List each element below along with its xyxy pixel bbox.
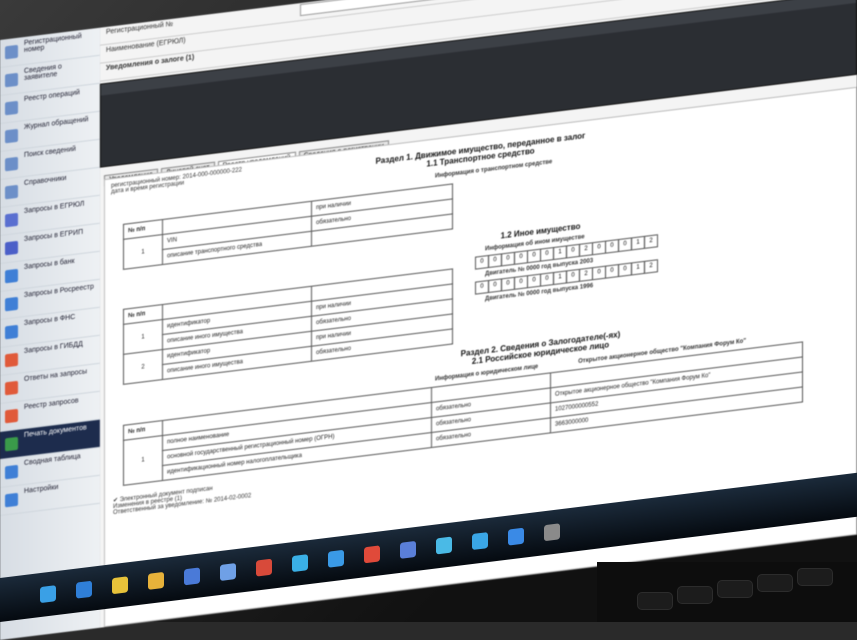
sidebar-item-label: Сведения о заявителе (24, 63, 62, 83)
sidebar-item-label: Сводная таблица (24, 453, 81, 468)
document-icon (5, 128, 18, 144)
document-icon (5, 44, 18, 60)
browser-icon[interactable] (508, 527, 524, 546)
digit-cell[interactable]: 1 (631, 260, 645, 276)
folder-icon (5, 324, 18, 340)
digit-cell[interactable]: 0 (592, 265, 606, 281)
digit-cell[interactable]: 2 (579, 267, 593, 282)
printer-icon (5, 436, 18, 452)
folder-icon[interactable] (148, 571, 164, 590)
gear-icon (5, 492, 18, 508)
sidebar-item-label: Реестр запросов (24, 397, 79, 412)
skype-icon[interactable] (472, 532, 488, 551)
network-icon[interactable] (328, 549, 344, 568)
pdf-icon[interactable] (364, 545, 380, 564)
document-icon (5, 72, 18, 88)
digit-cell[interactable]: 0 (527, 273, 541, 289)
app-icon[interactable] (544, 523, 560, 542)
calendar-icon[interactable] (184, 567, 200, 586)
digit-cell[interactable]: 0 (540, 246, 554, 262)
digit-cell[interactable]: 0 (605, 263, 619, 279)
folder-icon (5, 352, 18, 368)
digit-cell[interactable]: 2 (644, 234, 658, 249)
keyboard-key (757, 574, 793, 592)
sidebar-item-label: Регистрационный номер (24, 32, 82, 55)
row-number: 1 (123, 319, 163, 355)
digit-cell[interactable]: 0 (605, 238, 619, 254)
sidebar-item-label: Поиск сведений (24, 145, 76, 160)
sidebar-item-label: Настройки (24, 483, 59, 496)
keyboard-key (717, 580, 753, 598)
row-number: 1 (123, 435, 163, 486)
folder-icon (5, 380, 18, 396)
digit-cell[interactable]: 0 (514, 275, 528, 290)
presentation-icon[interactable] (400, 540, 416, 559)
folder-icon (5, 212, 18, 228)
digit-cell[interactable]: 0 (566, 243, 580, 259)
folder-icon (5, 268, 18, 284)
folder-icon (5, 408, 18, 424)
monitor-icon[interactable] (220, 563, 236, 581)
digit-cell[interactable]: 0 (514, 250, 528, 265)
digit-cell[interactable]: 0 (527, 248, 541, 264)
row-number: 2 (123, 349, 163, 385)
internet-explorer-icon[interactable] (292, 554, 308, 573)
keyboard-key (637, 592, 673, 610)
digit-cell[interactable]: 0 (540, 271, 554, 287)
folder-icon (5, 296, 18, 312)
chrome-icon[interactable] (112, 576, 128, 595)
digit-cell[interactable]: 0 (488, 278, 502, 294)
keyboard-key (677, 586, 713, 604)
sidebar-item-label: Реестр операций (24, 89, 80, 104)
sidebar-item-label: Запросы в ГИБДД (24, 340, 83, 356)
document-icon (5, 156, 18, 172)
keyboard-key (797, 568, 833, 586)
digit-cell[interactable]: 0 (618, 237, 632, 253)
sidebar-item-label: Справочники (24, 174, 67, 188)
table-icon (5, 464, 18, 480)
digit-cell[interactable]: 1 (553, 270, 567, 286)
row-number: 1 (123, 234, 163, 270)
digit-cell[interactable]: 0 (475, 254, 489, 270)
digit-cell[interactable]: 0 (501, 251, 515, 267)
document-icon (5, 184, 18, 200)
digit-cell[interactable]: 0 (566, 268, 580, 284)
document-icon (5, 100, 18, 116)
digit-cell[interactable]: 0 (475, 279, 489, 295)
digit-cell[interactable]: 2 (644, 259, 658, 274)
digit-cell[interactable]: 1 (553, 245, 567, 261)
sidebar: Регистрационный номер Сведения о заявител… (0, 27, 101, 640)
media-player-icon[interactable] (76, 580, 92, 599)
digit-cell[interactable]: 0 (488, 253, 502, 269)
sidebar-item-label: Запросы в банк (24, 257, 75, 272)
digit-cell[interactable]: 1 (631, 235, 645, 251)
digit-cell[interactable]: 0 (501, 276, 515, 292)
windows-start-icon[interactable] (40, 585, 56, 604)
folder-icon (5, 240, 18, 256)
photo-icon[interactable] (436, 536, 452, 555)
sidebar-item-label: Запросы в ЕГРИП (24, 228, 84, 244)
digit-cell[interactable]: 0 (618, 262, 632, 278)
digit-cell[interactable]: 2 (579, 242, 593, 257)
sidebar-item-label: Запросы в ФНС (24, 313, 76, 328)
laptop-keyboard (597, 562, 857, 622)
document-icon[interactable] (256, 558, 272, 577)
digit-cell[interactable]: 0 (592, 240, 606, 256)
